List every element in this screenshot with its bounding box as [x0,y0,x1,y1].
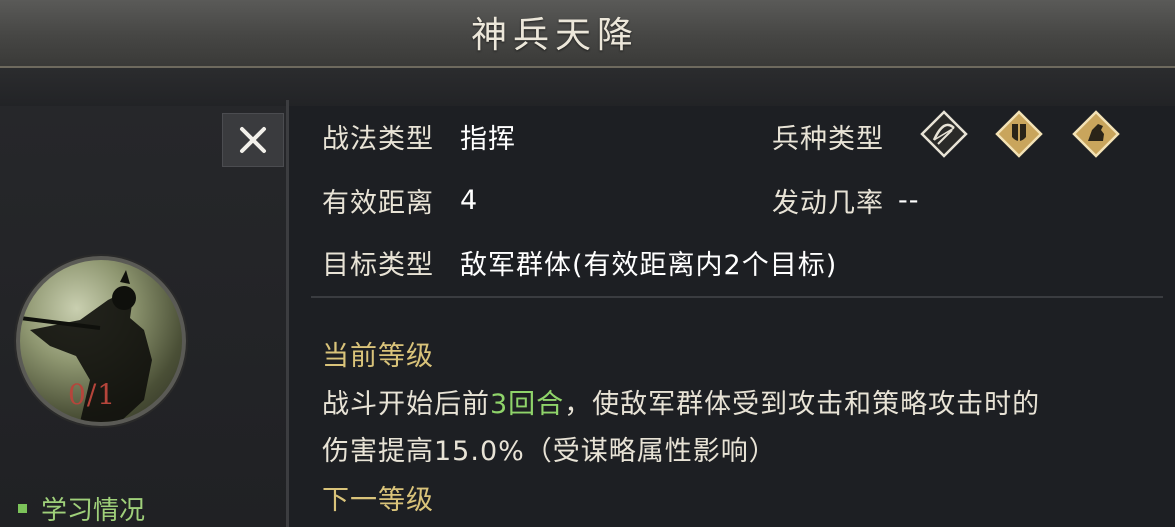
bullet-icon [18,504,27,513]
close-icon [240,127,266,153]
next-level-heading: 下一等级 [322,485,434,516]
trigger-rate-value: -- [898,185,920,216]
target-row: 目标类型 敌军群体(有效距离内2个目标) [322,243,837,282]
page-title: 神兵天降 [470,15,639,56]
section-divider [311,296,1163,298]
desc-post: ，使敌军群体受到攻击和策略攻击时的 [564,389,1041,420]
skill-type-label: 战法类型 [322,124,434,155]
current-level-desc-line1: 战斗开始后前3回合，使敌军群体受到攻击和策略攻击时的 [322,382,1040,421]
learn-label: 学习情况 [41,496,146,526]
desc-pre: 战斗开始后前 [322,389,490,420]
desc-highlight-rounds: 3回合 [490,389,565,420]
troop-type-label: 兵种类型 [772,124,884,155]
troop-type-row: 兵种类型 [772,117,884,156]
avatar-counter: 0/1 [68,378,117,411]
current-level-desc-line2: 伤害提高15.0%（受谋略属性影响） [322,436,777,467]
target-value: 敌军群体(有效距离内2个目标) [460,250,838,281]
header-band [0,68,1175,106]
current-level-heading: 当前等级 [322,341,434,372]
trigger-rate-row: 发动几率 -- [772,181,920,220]
target-label: 目标类型 [322,250,434,281]
learn-status-tab[interactable]: 学习情况 [18,490,145,527]
title-bar: 神兵天降 [0,0,1175,68]
range-row: 有效距离 4 [322,181,478,220]
bow-icon[interactable] [920,110,968,158]
range-label: 有效距离 [322,188,434,219]
skill-type-value: 指挥 [460,124,516,155]
shield-icon[interactable] [995,110,1043,158]
skill-type-row: 战法类型 指挥 [322,117,516,156]
range-value: 4 [460,185,479,216]
close-button[interactable] [222,113,284,167]
horse-icon[interactable] [1072,110,1120,158]
trigger-rate-label: 发动几率 [772,188,884,219]
